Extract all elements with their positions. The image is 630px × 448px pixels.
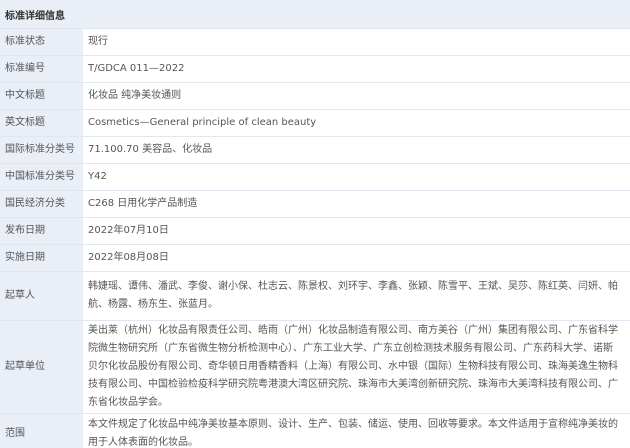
row-value: 美出莱（杭州）化妆品有限责任公司、皓雨（广州）化妆品制造有限公司、南方美谷（广州… (83, 320, 630, 414)
row-label: 实施日期 (0, 244, 83, 272)
row-label: 起草单位 (0, 320, 83, 414)
row-value: Cosmetics—General principle of clean bea… (83, 109, 630, 137)
table-row-publish-date: 发布日期 2022年07月10日 (0, 217, 630, 245)
table-row-standard-number: 标准编号 T/GDCA 011—2022 (0, 55, 630, 83)
row-label: 英文标题 (0, 109, 83, 137)
table-row-scope: 范围 本文件规定了化妆品中纯净美妆基本原则、设计、生产、包装、储运、使用、回收等… (0, 413, 630, 448)
table-row-drafters: 起草人 韩婕瑶、谭伟、潘武、李俊、谢小保、杜志云、陈景权、刘环宇、李鑫、张颖、陈… (0, 271, 630, 321)
row-value: C268 日用化学产品制造 (83, 190, 630, 218)
row-value: 2022年08月08日 (83, 244, 630, 272)
row-label: 范围 (0, 413, 83, 448)
row-value: 2022年07月10日 (83, 217, 630, 245)
table-row-chinese-title: 中文标题 化妆品 纯净美妆通则 (0, 82, 630, 110)
row-label: 中国标准分类号 (0, 163, 83, 191)
table-row-implement-date: 实施日期 2022年08月08日 (0, 244, 630, 272)
table-row-drafting-units: 起草单位 美出莱（杭州）化妆品有限责任公司、皓雨（广州）化妆品制造有限公司、南方… (0, 320, 630, 414)
row-label: 国民经济分类 (0, 190, 83, 218)
row-label: 中文标题 (0, 82, 83, 110)
row-label: 标准状态 (0, 29, 83, 56)
row-value: 71.100.70 美容品、化妆品 (83, 136, 630, 164)
row-value: 现行 (83, 29, 630, 56)
table-row-english-title: 英文标题 Cosmetics—General principle of clea… (0, 109, 630, 137)
row-label: 发布日期 (0, 217, 83, 245)
row-value: T/GDCA 011—2022 (83, 55, 630, 83)
row-label: 起草人 (0, 271, 83, 321)
detail-table: 标准状态 现行 标准编号 T/GDCA 011—2022 中文标题 化妆品 纯净… (0, 29, 630, 448)
table-row-status: 标准状态 现行 (0, 29, 630, 56)
row-label: 标准编号 (0, 55, 83, 83)
table-row-ccs: 中国标准分类号 Y42 (0, 163, 630, 191)
row-label: 国际标准分类号 (0, 136, 83, 164)
table-row-economic-class: 国民经济分类 C268 日用化学产品制造 (0, 190, 630, 218)
row-value: 韩婕瑶、谭伟、潘武、李俊、谢小保、杜志云、陈景权、刘环宇、李鑫、张颖、陈雪平、王… (83, 271, 630, 321)
panel-title: 标准详细信息 (0, 0, 630, 29)
standard-detail-panel: 标准详细信息 标准状态 现行 标准编号 T/GDCA 011—2022 中文标题… (0, 0, 630, 448)
table-row-ics: 国际标准分类号 71.100.70 美容品、化妆品 (0, 136, 630, 164)
row-value: Y42 (83, 163, 630, 191)
row-value: 化妆品 纯净美妆通则 (83, 82, 630, 110)
row-value: 本文件规定了化妆品中纯净美妆基本原则、设计、生产、包装、储运、使用、回收等要求。… (83, 413, 630, 448)
